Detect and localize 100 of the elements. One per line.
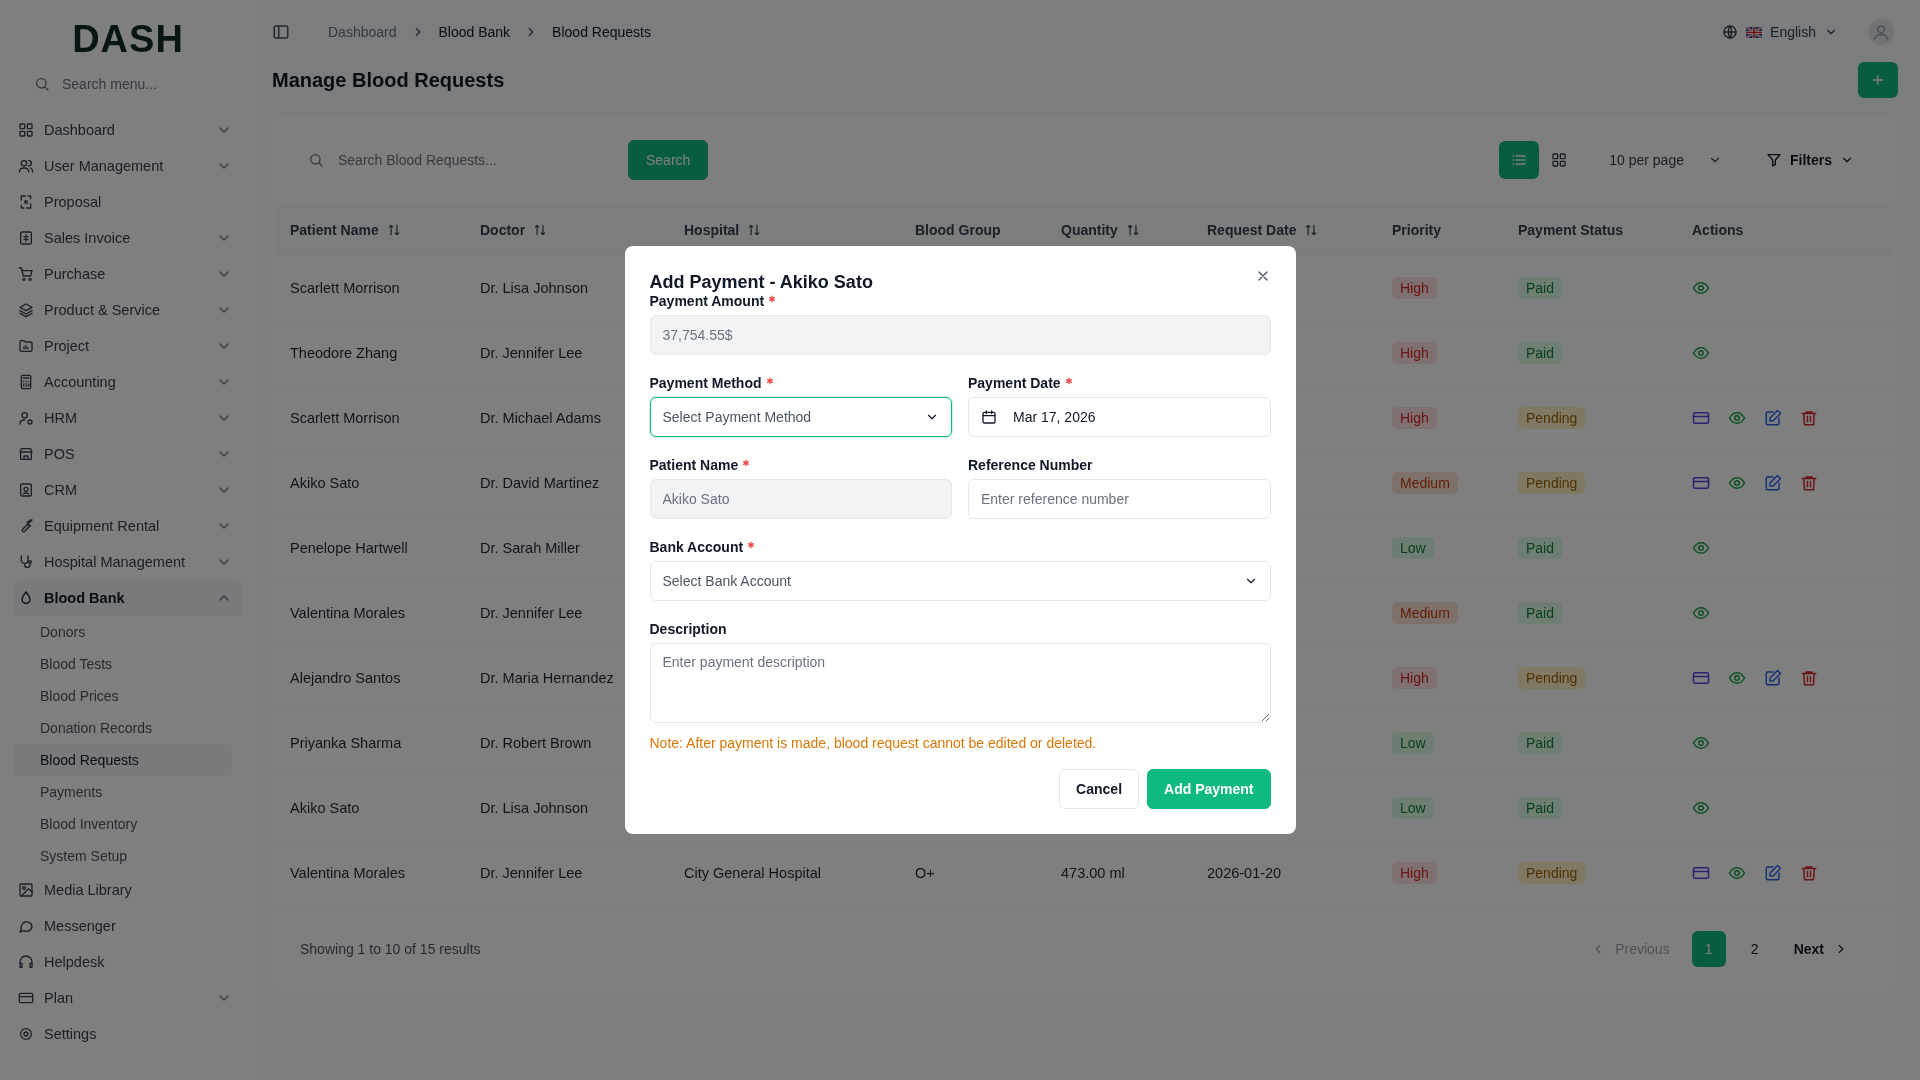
card-icon[interactable]: [1692, 474, 1710, 492]
sidebar-item[interactable]: CRM: [14, 472, 242, 508]
eye-icon[interactable]: [1728, 409, 1746, 427]
menu-search-field[interactable]: Search menu...: [60, 75, 230, 93]
column-header: Blood Group: [915, 221, 1001, 238]
eye-icon[interactable]: [1728, 864, 1746, 882]
eye-icon[interactable]: [1692, 279, 1710, 297]
column-header[interactable]: Quantity: [1061, 221, 1118, 238]
sort-icon[interactable]: [533, 222, 548, 237]
eye-icon[interactable]: [1728, 669, 1746, 687]
priority-badge: High: [1392, 667, 1437, 689]
breadcrumb-link[interactable]: Dashboard: [328, 24, 397, 40]
submenu-item[interactable]: Payments: [14, 776, 232, 808]
sidebar-item[interactable]: Blood Bank: [14, 580, 242, 616]
sidebar-item[interactable]: HRM: [14, 400, 242, 436]
sidebar-toggle-icon[interactable]: [272, 23, 290, 41]
page-title: Manage Blood Requests: [272, 68, 505, 92]
select-field[interactable]: Select Bank Account: [649, 561, 1271, 601]
sidebar-item[interactable]: Settings: [14, 1016, 242, 1052]
priority-badge: Medium: [1392, 602, 1458, 624]
column-header[interactable]: Hospital: [684, 221, 740, 238]
edit-icon[interactable]: [1764, 474, 1782, 492]
eye-icon[interactable]: [1728, 474, 1746, 492]
table-cell: 2026-01-20: [1207, 865, 1282, 881]
edit-icon[interactable]: [1764, 669, 1782, 687]
card-icon[interactable]: [1692, 669, 1710, 687]
column-header[interactable]: Patient Name: [290, 221, 379, 238]
table-cell: City General Hospital: [684, 865, 821, 881]
sort-icon[interactable]: [747, 222, 762, 237]
eye-icon[interactable]: [1692, 799, 1710, 817]
sidebar-item[interactable]: Helpdesk: [14, 944, 242, 980]
submit-button[interactable]: Add Payment: [1147, 769, 1271, 809]
submenu-item[interactable]: Donation Records: [14, 712, 232, 744]
eye-icon[interactable]: [1692, 344, 1710, 362]
page-button[interactable]: 2: [1737, 931, 1772, 967]
sidebar-item[interactable]: Plan: [14, 980, 242, 1016]
priority-badge: High: [1392, 407, 1437, 429]
logo: DASH: [71, 17, 185, 62]
eye-icon[interactable]: [1692, 604, 1710, 622]
breadcrumb-link[interactable]: Blood Bank: [438, 24, 511, 40]
list-view-button[interactable]: [1499, 141, 1540, 179]
table-cell: Dr. Jennifer Lee: [480, 605, 583, 621]
trash-icon[interactable]: [1800, 474, 1818, 492]
status-badge: Pending: [1518, 667, 1586, 689]
sort-icon[interactable]: [1304, 222, 1319, 237]
users-icon: [18, 158, 34, 174]
submenu-item[interactable]: Blood Inventory: [14, 808, 232, 840]
trash-icon[interactable]: [1800, 409, 1818, 427]
next-button[interactable]: Next: [1783, 931, 1858, 967]
eye-icon[interactable]: [1692, 539, 1710, 557]
sidebar-item[interactable]: Purchase: [14, 256, 242, 292]
edit-icon[interactable]: [1764, 409, 1782, 427]
eye-icon[interactable]: [1692, 734, 1710, 752]
trash-icon[interactable]: [1800, 864, 1818, 882]
sidebar-item[interactable]: User Management: [14, 148, 242, 184]
cancel-button[interactable]: Cancel: [1059, 769, 1140, 809]
submenu-item[interactable]: Blood Prices: [14, 680, 232, 712]
sidebar-item[interactable]: Sales Invoice: [14, 220, 242, 256]
column-header[interactable]: Doctor: [480, 221, 526, 238]
table-cell: Valentina Morales: [290, 605, 405, 621]
required-icon: [742, 459, 751, 467]
breadcrumb-link[interactable]: Blood Requests: [552, 24, 651, 40]
sidebar-item[interactable]: Messenger: [14, 908, 242, 944]
sidebar-item[interactable]: Project: [14, 328, 242, 364]
submenu-item[interactable]: Blood Tests: [14, 648, 232, 680]
trash-icon[interactable]: [1800, 669, 1818, 687]
sidebar-item[interactable]: Equipment Rental: [14, 508, 242, 544]
avatar-icon[interactable]: [1868, 19, 1894, 45]
table-cell: Scarlett Morrison: [290, 410, 400, 426]
select-field[interactable]: Select Payment Method: [649, 397, 952, 437]
submenu-item[interactable]: System Setup: [14, 840, 232, 872]
user-icon: [18, 410, 34, 426]
sidebar-item[interactable]: Media Library: [14, 872, 242, 908]
input-field[interactable]: Enter reference number: [968, 479, 1271, 519]
card-icon[interactable]: [1692, 409, 1710, 427]
headset-icon: [18, 954, 34, 970]
priority-badge: High: [1392, 862, 1437, 884]
date-field[interactable]: Mar 17, 2026: [968, 397, 1271, 437]
status-badge: Pending: [1518, 407, 1586, 429]
search-field[interactable]: Search Blood Requests...: [336, 151, 610, 169]
sidebar-item[interactable]: Product & Service: [14, 292, 242, 328]
sidebar-item[interactable]: Dashboard: [14, 112, 242, 148]
submenu-item[interactable]: Blood Requests: [14, 744, 232, 776]
sidebar-item[interactable]: Accounting: [14, 364, 242, 400]
sidebar-item[interactable]: Proposal: [14, 184, 242, 220]
column-header[interactable]: Request Date: [1207, 221, 1297, 238]
submenu-item[interactable]: Donors: [14, 616, 232, 648]
store-icon: [18, 446, 34, 462]
status-badge: Paid: [1518, 602, 1563, 624]
description-field[interactable]: Enter payment description: [649, 643, 1271, 723]
table-cell: Dr. David Martinez: [480, 475, 600, 491]
sidebar-item[interactable]: Hospital Management: [14, 544, 242, 580]
language-selector[interactable]: English: [1722, 24, 1838, 40]
sort-icon[interactable]: [1125, 222, 1140, 237]
add-button[interactable]: [1858, 62, 1898, 98]
card-icon[interactable]: [1692, 864, 1710, 882]
sort-icon[interactable]: [386, 222, 401, 237]
table-cell: Priyanka Sharma: [290, 735, 402, 751]
edit-icon[interactable]: [1764, 864, 1782, 882]
sidebar-item[interactable]: POS: [14, 436, 242, 472]
